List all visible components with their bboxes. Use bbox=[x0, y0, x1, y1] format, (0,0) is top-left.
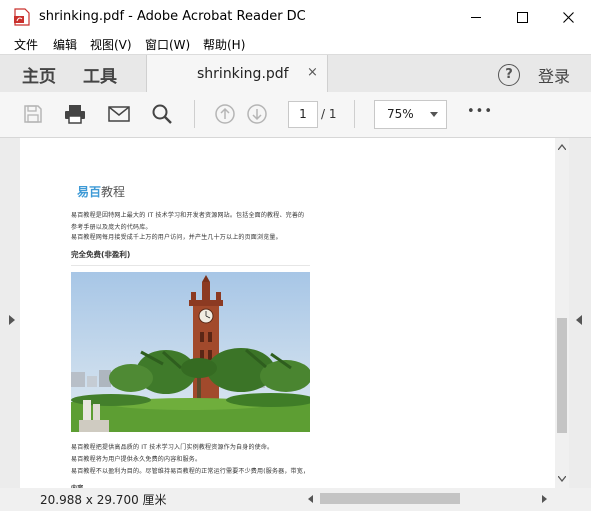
print-button[interactable] bbox=[61, 100, 89, 128]
toolbar: 1 / 1 75% ••• bbox=[0, 92, 591, 138]
acrobat-window: shrinking.pdf - Adobe Acrobat Reader DC … bbox=[0, 0, 591, 511]
document-view: 易百教程 易百教程是因特网上最大的 IT 技术学习和开发者资源网站。包括全面的教… bbox=[0, 138, 591, 511]
pdf-file-icon bbox=[14, 8, 30, 26]
close-icon bbox=[562, 11, 574, 23]
toolbar-separator bbox=[194, 100, 195, 128]
intro-line: 易百教程是因特网上最大的 IT 技术学习和开发者资源网站。包括全面的教程、完善的 bbox=[71, 212, 305, 219]
divider bbox=[71, 265, 310, 266]
menu-edit[interactable]: 编辑 bbox=[53, 36, 77, 53]
logo-brand: 易百 bbox=[77, 185, 102, 199]
title-bar: shrinking.pdf - Adobe Acrobat Reader DC bbox=[0, 0, 591, 34]
zoom-select[interactable]: 75% bbox=[374, 100, 447, 129]
next-page-button[interactable] bbox=[243, 100, 271, 128]
tab-document[interactable]: shrinking.pdf × bbox=[146, 55, 328, 93]
tab-bar: 主页 工具 shrinking.pdf × ? 登录 bbox=[0, 54, 591, 93]
print-icon bbox=[65, 105, 85, 124]
login-button[interactable]: 登录 bbox=[538, 63, 570, 87]
scroll-up-icon[interactable] bbox=[558, 144, 566, 150]
chevron-right-icon bbox=[9, 315, 15, 325]
toolbar-separator bbox=[354, 100, 355, 128]
menu-window[interactable]: 窗口(W) bbox=[145, 36, 190, 53]
chevron-left-icon bbox=[576, 315, 582, 325]
clock-tower-photo bbox=[71, 272, 310, 432]
search-icon bbox=[152, 104, 172, 124]
menu-help[interactable]: 帮助(H) bbox=[203, 36, 245, 53]
zoom-value: 75% bbox=[387, 107, 414, 121]
status-bar: 20.988 x 29.700 厘米 bbox=[0, 488, 591, 511]
horizontal-scrollbar[interactable] bbox=[308, 491, 553, 506]
page-total: / 1 bbox=[321, 107, 337, 121]
document-tab-close-button[interactable]: × bbox=[307, 65, 318, 80]
save-button[interactable] bbox=[19, 100, 47, 128]
help-icon[interactable]: ? bbox=[498, 64, 520, 86]
menu-file[interactable]: 文件 bbox=[14, 36, 38, 53]
logo-text: 教程 bbox=[101, 185, 126, 199]
site-logo: 易百教程 bbox=[77, 183, 125, 200]
horizontal-scroll-thumb[interactable] bbox=[320, 493, 460, 504]
body-line: 易百教程把提供高品质的 IT 技术学习入门实例教程资源作为自身的使命。 bbox=[71, 444, 274, 451]
right-panel-toggle[interactable] bbox=[569, 138, 591, 488]
vertical-scrollbar[interactable] bbox=[555, 138, 569, 488]
email-button[interactable] bbox=[105, 100, 133, 128]
body-line: 易百教程将为用户提供永久免费的内容和服务。 bbox=[71, 456, 202, 463]
document-tab-label: shrinking.pdf bbox=[197, 66, 289, 82]
page-number-input[interactable]: 1 bbox=[288, 101, 318, 128]
page-size-readout: 20.988 x 29.700 厘米 bbox=[40, 493, 167, 507]
tab-tools[interactable]: 工具 bbox=[83, 62, 117, 87]
menu-view[interactable]: 视图(V) bbox=[90, 36, 132, 53]
intro-line: 易百教程网每月接受成千上万的用户访问，并产生几十万以上的页面浏览量。 bbox=[71, 234, 282, 241]
chevron-down-icon bbox=[430, 112, 438, 117]
vertical-scroll-thumb[interactable] bbox=[557, 318, 567, 433]
scroll-left-icon[interactable] bbox=[308, 495, 313, 503]
page-down-icon bbox=[247, 104, 267, 124]
more-icon[interactable]: ••• bbox=[467, 104, 493, 119]
pdf-page: 易百教程 易百教程是因特网上最大的 IT 技术学习和开发者资源网站。包括全面的教… bbox=[20, 138, 555, 493]
close-window-button[interactable] bbox=[545, 0, 591, 34]
left-panel-toggle[interactable] bbox=[0, 138, 20, 488]
save-icon bbox=[24, 105, 42, 123]
previous-page-button[interactable] bbox=[211, 100, 239, 128]
window-title: shrinking.pdf - Adobe Acrobat Reader DC bbox=[39, 9, 306, 24]
scroll-down-icon[interactable] bbox=[558, 476, 566, 482]
page-up-icon bbox=[215, 104, 235, 124]
body-line: 易百教程不以盈利为目的。尽管维持易百教程的正常运行需要不少费用(服务器，带宽， bbox=[71, 468, 310, 475]
tab-home[interactable]: 主页 bbox=[22, 62, 56, 87]
section-heading: 完全免费(非盈利) bbox=[71, 250, 131, 259]
menu-bar: 文件 编辑 视图(V) 窗口(W) 帮助(H) bbox=[0, 34, 591, 54]
maximize-button[interactable] bbox=[499, 0, 545, 34]
search-button[interactable] bbox=[148, 100, 176, 128]
scroll-right-icon[interactable] bbox=[542, 495, 547, 503]
email-icon bbox=[108, 106, 130, 122]
intro-line: 参考手册以及庞大的代码库。 bbox=[71, 224, 152, 231]
maximize-icon bbox=[516, 11, 528, 23]
minimize-icon bbox=[471, 16, 481, 18]
minimize-button[interactable] bbox=[453, 0, 499, 34]
